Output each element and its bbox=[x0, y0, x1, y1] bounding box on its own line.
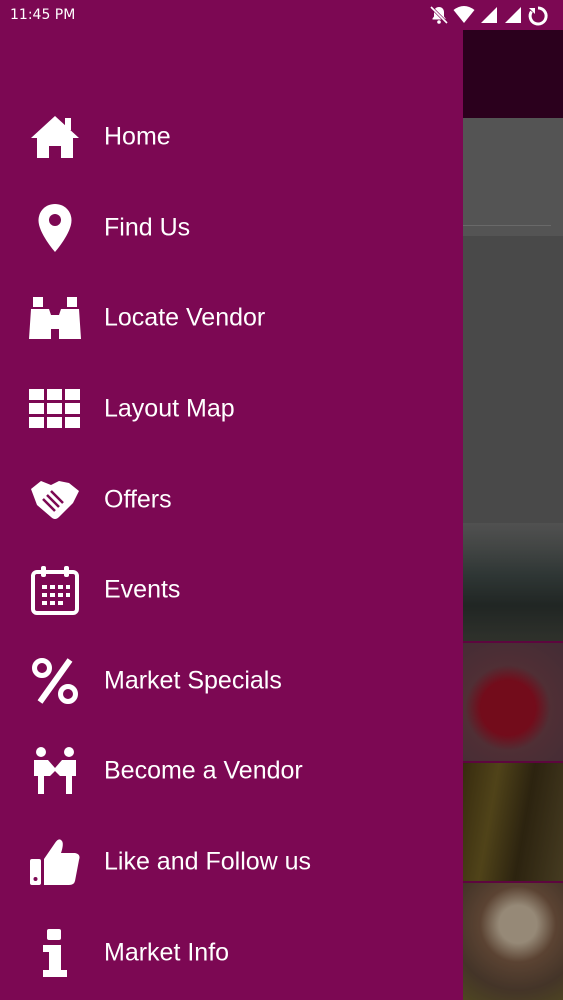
location-pin-icon bbox=[28, 201, 82, 255]
handshake-icon bbox=[28, 473, 82, 527]
status-icons bbox=[429, 5, 549, 27]
menu-item-label: Events bbox=[104, 575, 181, 604]
menu-item-label: Find Us bbox=[104, 213, 191, 242]
status-bar: 11:45 PM bbox=[0, 0, 563, 30]
sync-icon bbox=[527, 5, 549, 27]
percent-icon bbox=[28, 654, 82, 708]
menu-item-label: Locate Vendor bbox=[104, 303, 266, 332]
menu-item-label: Market Specials bbox=[104, 666, 282, 695]
menu-item-market-specials[interactable]: Market Specials bbox=[0, 636, 463, 727]
menu-item-market-info[interactable]: Market Info bbox=[0, 907, 463, 998]
menu-item-label: Home bbox=[104, 122, 171, 151]
menu-item-label: Like and Follow us bbox=[104, 847, 312, 876]
menu-item-home[interactable]: Home bbox=[0, 92, 463, 183]
menu-item-like-and-follow-us[interactable]: Like and Follow us bbox=[0, 817, 463, 908]
wifi-icon bbox=[453, 5, 475, 27]
people-icon bbox=[28, 744, 82, 798]
calendar-icon bbox=[28, 563, 82, 617]
menu-item-label: Market Info bbox=[104, 938, 230, 967]
menu-item-offers[interactable]: Offers bbox=[0, 454, 463, 545]
menu-item-become-a-vendor[interactable]: Become a Vendor bbox=[0, 726, 463, 817]
binoculars-icon bbox=[28, 291, 82, 345]
menu-item-events[interactable]: Events bbox=[0, 545, 463, 636]
menu-item-label: Offers bbox=[104, 485, 172, 514]
info-icon bbox=[28, 926, 82, 980]
drawer-menu: Home Find Us Locate Vendor Layout Map Of… bbox=[0, 92, 463, 998]
signal-icon bbox=[479, 5, 499, 27]
home-icon bbox=[28, 110, 82, 164]
navigation-drawer: Home Find Us Locate Vendor Layout Map Of… bbox=[0, 0, 463, 1000]
menu-item-layout-map[interactable]: Layout Map bbox=[0, 364, 463, 455]
signal-icon bbox=[503, 5, 523, 27]
menu-item-locate-vendor[interactable]: Locate Vendor bbox=[0, 273, 463, 364]
drawer-scrim[interactable] bbox=[463, 30, 563, 1000]
thumbs-up-icon bbox=[28, 835, 82, 889]
notifications-off-icon bbox=[429, 5, 449, 27]
status-time: 11:45 PM bbox=[10, 7, 76, 23]
grid-icon bbox=[28, 382, 82, 436]
menu-item-find-us[interactable]: Find Us bbox=[0, 183, 463, 274]
menu-item-label: Become a Vendor bbox=[104, 756, 303, 785]
menu-item-label: Layout Map bbox=[104, 394, 235, 423]
background-app-content[interactable] bbox=[463, 30, 563, 1000]
